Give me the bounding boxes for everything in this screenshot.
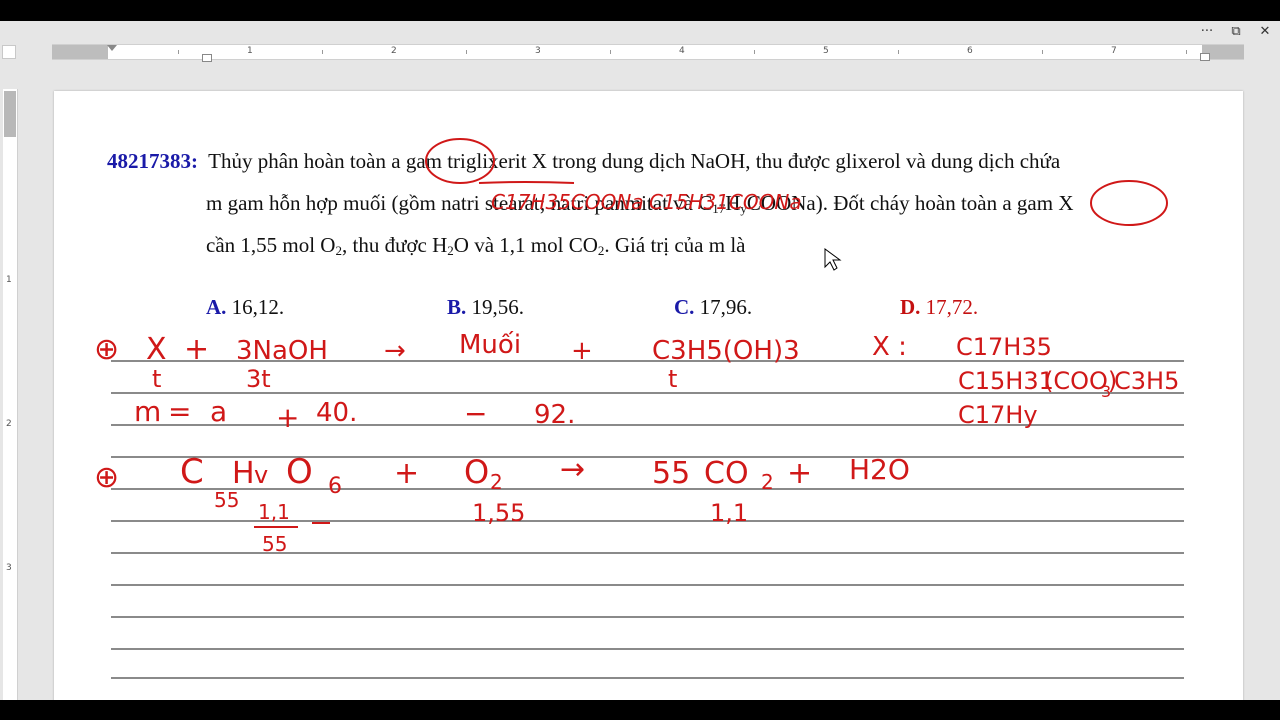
ruler-number: 3 xyxy=(535,46,541,56)
hw-40: 40. xyxy=(316,398,357,428)
hw-x: X xyxy=(146,332,167,367)
arrow-icon: → xyxy=(560,452,585,487)
ruler-number: 7 xyxy=(1111,46,1117,56)
handwriting-layer: C17H35COONa C15H31COONa ⊕ X + 3NaOH → Mu… xyxy=(94,190,1179,556)
hw-x-label: X : xyxy=(872,332,907,362)
ruler-number: 1 xyxy=(6,275,12,285)
ruler-number: 4 xyxy=(679,46,685,56)
hw-plus: + xyxy=(276,401,299,434)
hw-muoi: Muối xyxy=(459,330,521,360)
hw-92: 92. xyxy=(534,400,575,430)
hw-subscript: 2 xyxy=(490,470,503,494)
hw-a: a xyxy=(210,395,227,428)
hw-55: 55 xyxy=(652,456,690,491)
plus-circle-icon: ⊕ xyxy=(94,332,119,367)
ruler-number: 1 xyxy=(247,46,253,56)
restore-window-icon[interactable]: ⧉ xyxy=(1225,23,1247,41)
hw-h: H xyxy=(232,456,255,491)
ruler-number: 5 xyxy=(823,46,829,56)
annot-panmitat: C15H31COONa xyxy=(649,190,802,214)
hw-c15h31: C15H31 xyxy=(958,367,1054,395)
hanging-indent-marker[interactable] xyxy=(202,54,212,62)
hw-fraction-top: 1,1 xyxy=(258,500,290,524)
ruler-number: 2 xyxy=(391,46,397,56)
vertical-ruler[interactable]: 1 2 3 xyxy=(3,89,18,700)
hw-6: 6 xyxy=(328,474,342,499)
hw-c17hy: C17Hy xyxy=(958,401,1038,429)
first-line-indent-marker[interactable] xyxy=(107,45,117,51)
hw-plus: + xyxy=(787,456,812,491)
right-indent-marker[interactable] xyxy=(1200,53,1210,61)
plus-circle-icon: ⊕ xyxy=(94,460,119,495)
hw-o: O xyxy=(286,452,313,492)
close-window-icon[interactable]: ✕ xyxy=(1254,23,1276,41)
document-page[interactable]: 48217383: Thủy phân hoàn toàn a gam trig… xyxy=(54,91,1243,700)
hw-subscript: 2 xyxy=(761,470,774,494)
word-app: ··· ⧉ ✕ 1 2 3 4 5 6 7 1 2 3 48217383: Th… xyxy=(0,21,1280,700)
hw-plus: + xyxy=(394,456,419,491)
horizontal-ruler[interactable]: 1 2 3 4 5 6 7 xyxy=(52,44,1244,62)
hw-h2o: H2O xyxy=(849,453,910,486)
tab-selector[interactable] xyxy=(2,45,16,59)
ruler-number: 2 xyxy=(6,419,12,429)
hw-minus: − xyxy=(464,397,487,430)
arrow-icon: → xyxy=(384,336,406,366)
hw-c3h5: C3H5 xyxy=(1114,367,1179,395)
hw-plus: + xyxy=(184,332,209,367)
more-options-icon[interactable]: ··· xyxy=(1196,23,1218,41)
hw-3t: 3t xyxy=(246,365,271,393)
hw-c17h35: C17H35 xyxy=(956,333,1052,361)
hw-m: m xyxy=(134,395,161,428)
hw-fraction-bottom: 55 xyxy=(262,532,287,556)
hw-55-sub: 55 xyxy=(214,488,239,512)
hw-subscript: 3 xyxy=(1101,382,1111,401)
hw-glixerol: C3H5(OH)3 xyxy=(652,336,800,366)
hw-155: 1,55 xyxy=(472,499,525,527)
hw-plus: + xyxy=(571,336,593,366)
vertical-ruler-margin xyxy=(4,91,16,137)
hw-11: 1,1 xyxy=(710,499,748,527)
ruler-number: 6 xyxy=(967,46,973,56)
top-black-bar xyxy=(0,0,1280,21)
hw-t: t xyxy=(152,365,161,393)
hw-o2: O xyxy=(464,453,489,491)
ruler-number: 3 xyxy=(6,563,12,573)
hw-v: v xyxy=(254,461,268,489)
hw-naoh: 3NaOH xyxy=(236,336,328,366)
bottom-black-bar xyxy=(0,700,1280,720)
hw-eq: = xyxy=(168,395,191,428)
hw-c: C xyxy=(180,452,204,492)
ruler-left-margin xyxy=(52,45,108,59)
hw-t: t xyxy=(668,365,677,393)
hw-co: CO xyxy=(704,456,749,491)
annot-stearat: C17H35COONa xyxy=(491,190,644,214)
